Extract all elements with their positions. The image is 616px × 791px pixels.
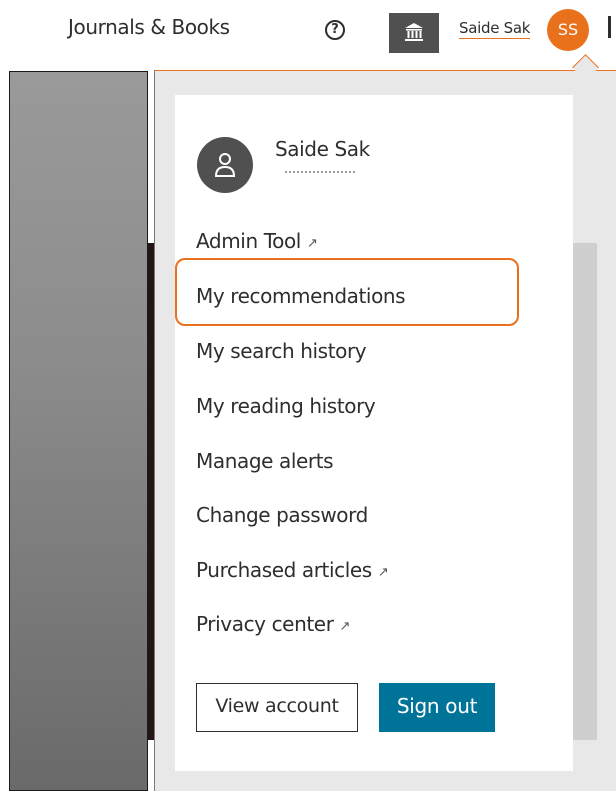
journals-books-link[interactable]: Journals & Books (68, 15, 230, 39)
menu-item-my-search-history[interactable]: My search history (196, 339, 367, 363)
external-link-icon: ↗ (377, 565, 389, 580)
external-link-icon: ↗ (306, 236, 318, 251)
menu-item-my-reading-history[interactable]: My reading history (196, 394, 376, 418)
cut-off-text (608, 16, 611, 38)
menu-item-privacy-center[interactable]: Privacy center ↗ (196, 612, 350, 636)
menu-item-label: Admin Tool (196, 229, 301, 253)
menu-item-purchased-articles[interactable]: Purchased articles ↗ (196, 558, 389, 582)
external-link-icon: ↗ (339, 619, 351, 634)
menu-item-label: Change password (196, 503, 368, 527)
sign-out-button[interactable]: Sign out (379, 683, 495, 732)
help-button[interactable]: ? (325, 20, 345, 40)
user-name-link[interactable]: Saide Sak (459, 19, 530, 39)
menu-item-admin-tool[interactable]: Admin Tool ↗ (196, 229, 318, 253)
profile-name: Saide Sak (275, 137, 370, 161)
menu-item-change-password[interactable]: Change password (196, 503, 368, 527)
background-image-panel (9, 71, 148, 791)
profile-avatar (197, 137, 253, 193)
profile-email-obscured (285, 171, 355, 175)
menu-item-label: My search history (196, 339, 367, 363)
menu-item-label: Manage alerts (196, 449, 334, 473)
view-account-button[interactable]: View account (196, 683, 358, 732)
highlight-annotation (175, 258, 519, 326)
dropdown-scroll-track (573, 243, 597, 740)
menu-item-label: My reading history (196, 394, 376, 418)
account-menu-panel (175, 95, 573, 771)
question-circle-icon: ? (331, 22, 339, 37)
menu-item-manage-alerts[interactable]: Manage alerts (196, 449, 334, 473)
institution-icon (405, 23, 423, 41)
user-avatar-button[interactable]: SS (547, 9, 589, 51)
person-icon (214, 153, 236, 177)
menu-item-label: Purchased articles (196, 558, 372, 582)
institution-button[interactable] (389, 13, 439, 53)
menu-item-label: Privacy center (196, 612, 334, 636)
